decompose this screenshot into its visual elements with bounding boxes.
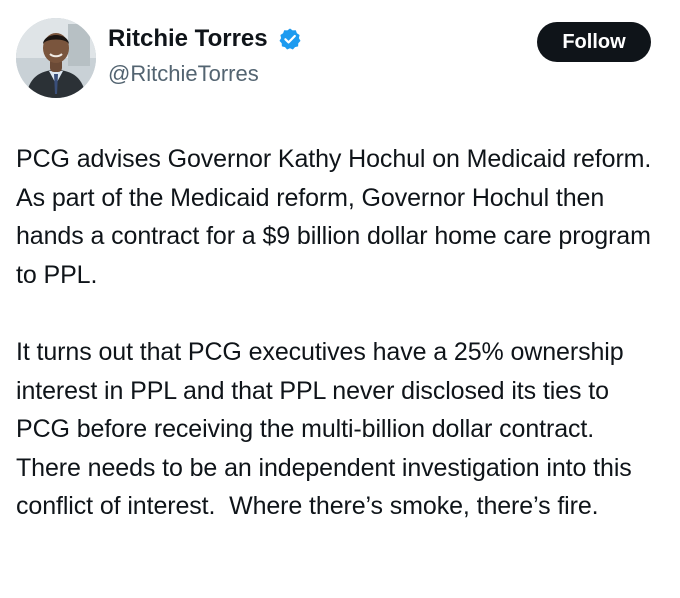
author-handle[interactable]: @RitchieTorres [108, 60, 259, 88]
verified-badge-icon [279, 28, 301, 50]
tweet-header: Ritchie Torres @RitchieTorres Follow [0, 0, 680, 120]
tweet-paragraph: It turns out that PCG executives have a … [16, 337, 639, 521]
author-name[interactable]: Ritchie Torres [108, 24, 268, 54]
avatar-image [16, 18, 96, 98]
tweet-paragraph: PCG advises Governor Kathy Hochul on Med… [16, 145, 658, 289]
follow-button[interactable]: Follow [537, 22, 651, 62]
avatar[interactable] [16, 18, 96, 98]
tweet-text: PCG advises Governor Kathy Hochul on Med… [16, 140, 666, 526]
